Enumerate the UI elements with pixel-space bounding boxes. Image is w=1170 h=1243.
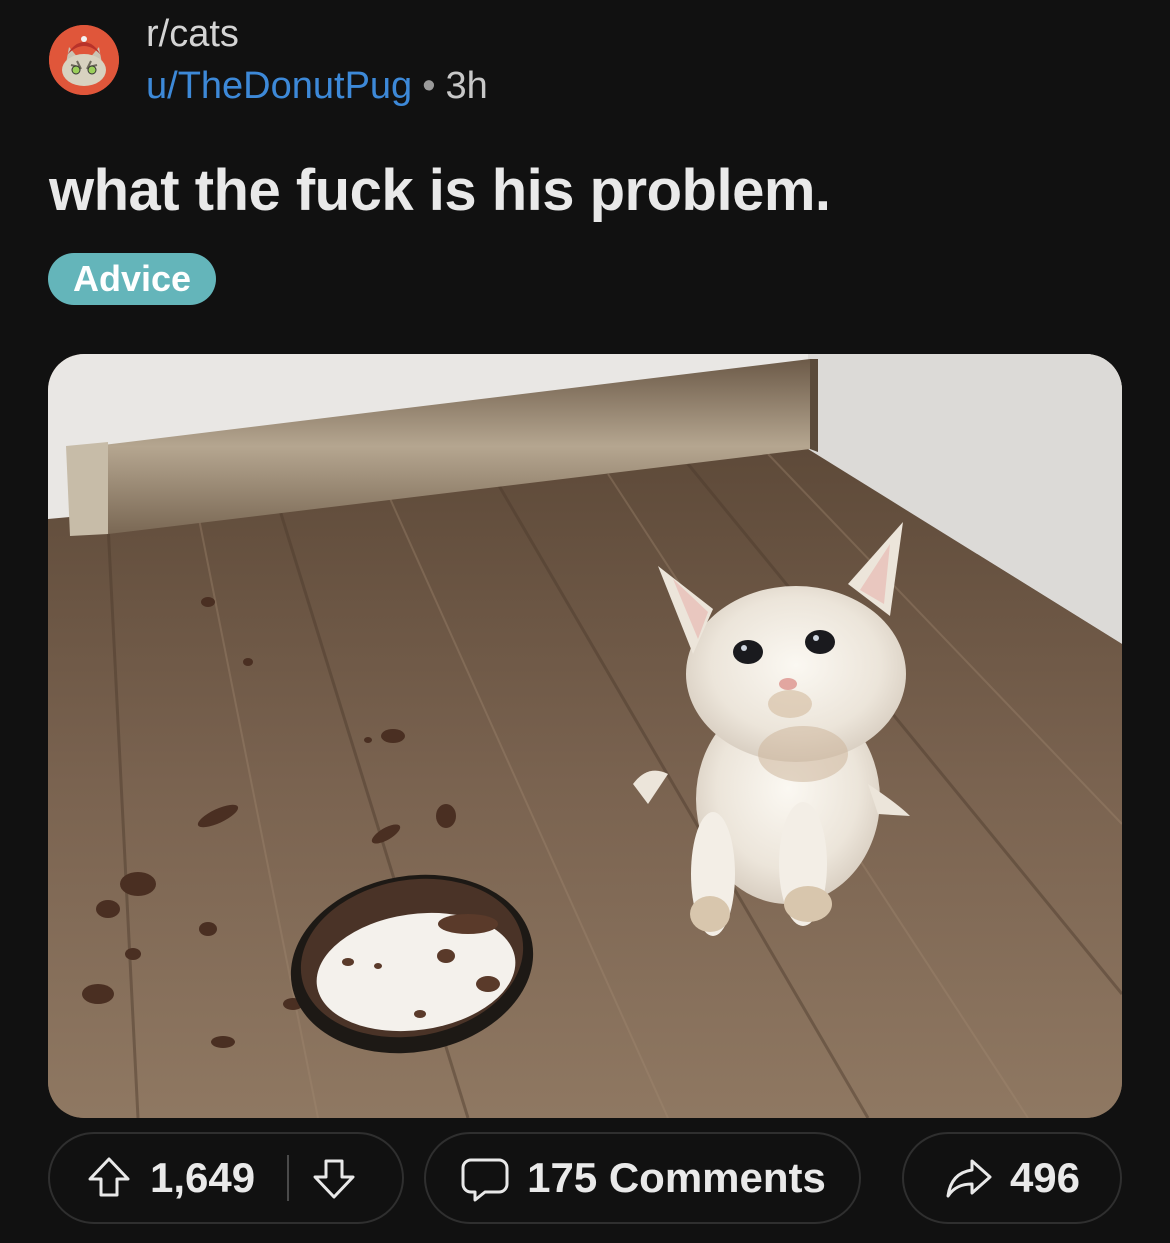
post-title[interactable]: what the fuck is his problem.: [49, 158, 831, 224]
share-button[interactable]: 496: [902, 1132, 1122, 1224]
comments-label: 175 Comments: [527, 1154, 826, 1201]
share-arrow-icon: [944, 1153, 994, 1203]
author-username[interactable]: u/TheDonutPug: [146, 65, 412, 107]
post-meta: u/TheDonutPug • 3h: [146, 64, 488, 108]
vote-bar: 1,649: [48, 1132, 404, 1224]
post-flair[interactable]: Advice: [48, 253, 217, 305]
upvote-count: 1,649: [150, 1154, 256, 1201]
comments-button[interactable]: 175 Comments: [424, 1132, 861, 1224]
downvote-arrow-icon[interactable]: [309, 1153, 359, 1203]
subreddit-name[interactable]: r/cats: [146, 14, 239, 54]
upvote-arrow-icon[interactable]: [84, 1153, 134, 1203]
meta-separator: •: [422, 65, 436, 107]
vote-divider: [287, 1155, 290, 1201]
comment-bubble-icon: [459, 1152, 511, 1204]
subreddit-avatar-icon[interactable]: [49, 25, 119, 95]
share-count: 496: [1009, 1154, 1081, 1201]
post-image[interactable]: [48, 354, 1122, 1118]
post-age: 3h: [445, 65, 488, 107]
